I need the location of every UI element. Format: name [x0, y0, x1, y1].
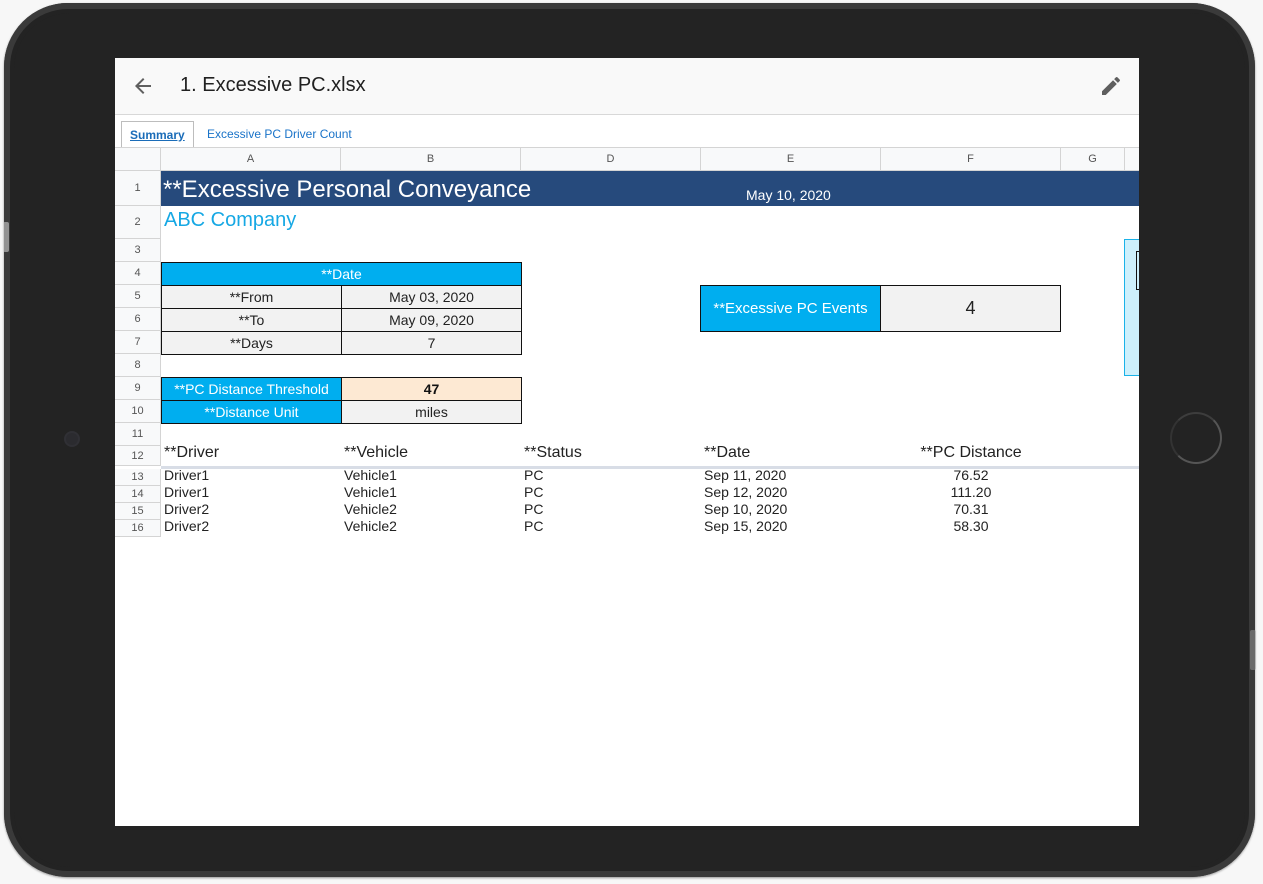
row-header-14[interactable]: 14	[115, 486, 161, 503]
column-header-a[interactable]: A	[161, 147, 341, 171]
status-cell[interactable]: PC	[524, 484, 543, 501]
date-cell[interactable]: Sep 10, 2020	[704, 501, 787, 518]
row-header-4[interactable]: 4	[115, 262, 161, 285]
distance-unit-label: **Distance Unit	[161, 400, 342, 424]
header-date: **Date	[704, 444, 751, 461]
row-header-3[interactable]: 3	[115, 239, 161, 262]
vehicle-cell[interactable]: Vehicle2	[344, 501, 397, 518]
row-header-6[interactable]: 6	[115, 308, 161, 331]
days-label: **Days	[161, 331, 342, 355]
status-cell[interactable]: PC	[524, 518, 543, 535]
report-date: May 10, 2020	[746, 187, 831, 203]
embedded-chart-fragment[interactable]	[1124, 239, 1139, 376]
date-cell[interactable]: Sep 11, 2020	[704, 467, 786, 484]
row-header-5[interactable]: 5	[115, 285, 161, 308]
column-header-f[interactable]: F	[881, 147, 1061, 171]
column-header-g[interactable]: G	[1061, 147, 1125, 171]
status-cell[interactable]: PC	[524, 467, 543, 484]
header-pc-distance: **PC Distance	[920, 444, 1022, 461]
pencil-icon[interactable]	[1099, 74, 1123, 98]
column-header-d[interactable]: D	[521, 147, 701, 171]
row-header-11[interactable]: 11	[115, 423, 161, 446]
report-title: **Excessive Personal Conveyance	[163, 176, 532, 203]
sheet-grid: A B D E F G 1 2 3 4 5 6 7 8 9 10 11 12 1…	[115, 147, 1139, 826]
column-header-b[interactable]: B	[341, 147, 521, 171]
from-label: **From	[161, 285, 342, 309]
driver-cell[interactable]: Driver1	[164, 484, 209, 501]
home-button[interactable]	[1170, 412, 1222, 464]
date-cell[interactable]: Sep 15, 2020	[704, 518, 787, 535]
distance-unit-value[interactable]: miles	[341, 400, 522, 424]
driver-cell[interactable]: Driver2	[164, 501, 209, 518]
column-header-next[interactable]	[1125, 147, 1139, 171]
from-value[interactable]: May 03, 2020	[341, 285, 522, 309]
column-header-e[interactable]: E	[701, 147, 881, 171]
row-header-13[interactable]: 13	[115, 469, 161, 486]
row-header-16[interactable]: 16	[115, 520, 161, 537]
row-header-2[interactable]: 2	[115, 206, 161, 239]
select-all-corner[interactable]	[115, 147, 161, 171]
distance-cell[interactable]: 111.20	[881, 484, 1061, 501]
excessive-pc-events-label: **Excessive PC Events	[700, 285, 881, 332]
row-header-15[interactable]: 15	[115, 503, 161, 520]
header-status: **Status	[524, 444, 582, 461]
power-button	[1250, 630, 1256, 670]
arrow-left-icon[interactable]	[131, 74, 155, 98]
driver-cell[interactable]: Driver1	[164, 467, 209, 484]
app-bar: 1. Excessive PC.xlsx	[115, 58, 1139, 115]
to-value[interactable]: May 09, 2020	[341, 308, 522, 332]
company-name: ABC Company	[164, 209, 297, 231]
row-header-8[interactable]: 8	[115, 354, 161, 377]
row-header-12[interactable]: 12	[115, 446, 161, 466]
vehicle-cell[interactable]: Vehicle1	[344, 467, 397, 484]
driver-cell[interactable]: Driver2	[164, 518, 209, 535]
spreadsheet-viewer: 1. Excessive PC.xlsx Summary Excessive P…	[115, 58, 1139, 826]
header-driver: **Driver	[164, 444, 220, 461]
distance-cell[interactable]: 58.30	[881, 518, 1061, 535]
file-title: 1. Excessive PC.xlsx	[180, 74, 366, 96]
row-header-9[interactable]: 9	[115, 377, 161, 400]
tab-excessive-pc-driver-count[interactable]: Excessive PC Driver Count	[199, 121, 360, 147]
vehicle-cell[interactable]: Vehicle2	[344, 518, 397, 535]
distance-cell[interactable]: 70.31	[881, 501, 1061, 518]
volume-button	[3, 222, 9, 252]
camera-icon	[66, 433, 78, 445]
row-header-7[interactable]: 7	[115, 331, 161, 354]
days-value[interactable]: 7	[341, 331, 522, 355]
distance-cell[interactable]: 76.52	[881, 467, 1061, 484]
sheet-tabs: Summary Excessive PC Driver Count	[115, 115, 1139, 148]
threshold-label: **PC Distance Threshold	[161, 377, 342, 401]
status-cell[interactable]: PC	[524, 501, 543, 518]
header-vehicle: **Vehicle	[344, 444, 409, 461]
chart-frame	[1136, 251, 1139, 290]
date-cell[interactable]: Sep 12, 2020	[704, 484, 787, 501]
row-header-10[interactable]: 10	[115, 400, 161, 423]
to-label: **To	[161, 308, 342, 332]
excessive-pc-events-value[interactable]: 4	[880, 285, 1061, 332]
vehicle-cell[interactable]: Vehicle1	[344, 484, 397, 501]
date-block-header: **Date	[161, 262, 522, 286]
row-header-1[interactable]: 1	[115, 171, 161, 206]
threshold-value[interactable]: 47	[341, 377, 522, 401]
tab-summary[interactable]: Summary	[121, 121, 194, 148]
